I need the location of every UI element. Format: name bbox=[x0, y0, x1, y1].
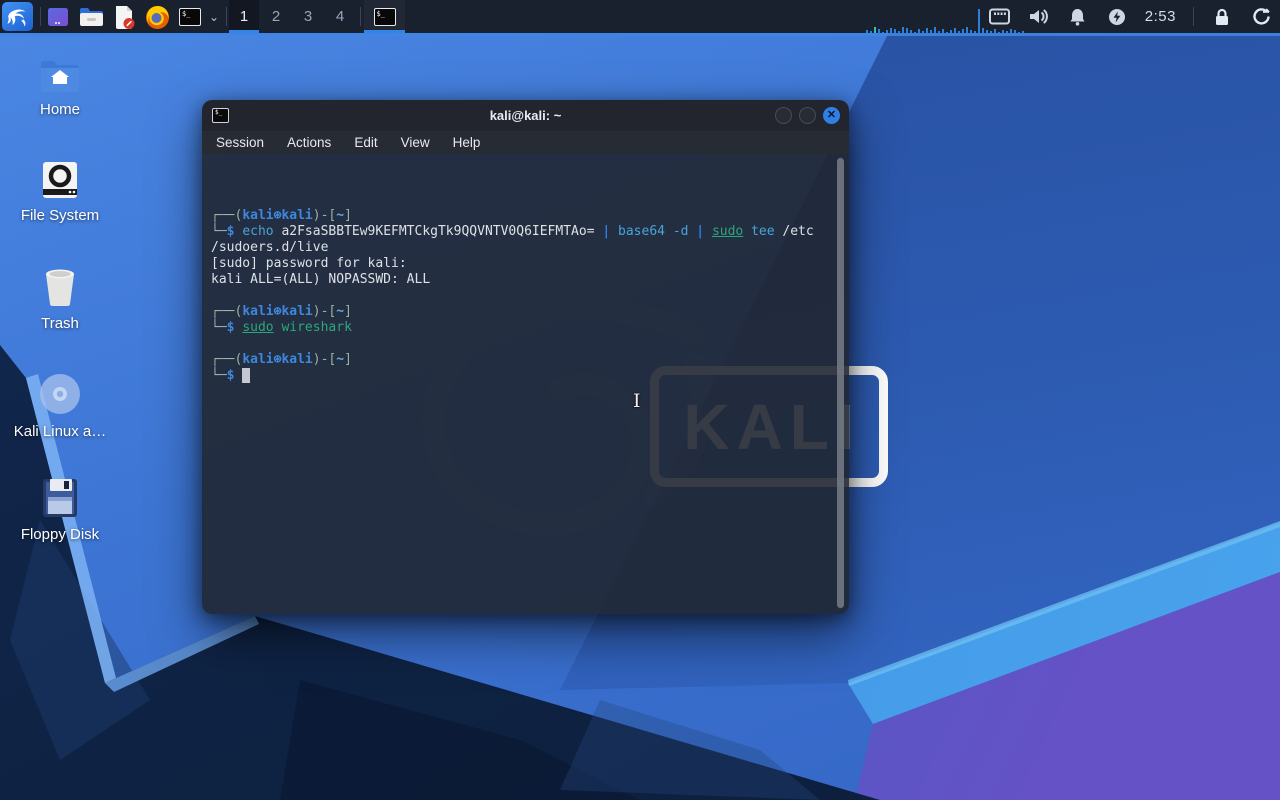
desktop-icon-trash[interactable]: Trash bbox=[8, 266, 112, 332]
scrollbar-track[interactable] bbox=[837, 157, 844, 609]
desktop-icon-home[interactable]: Home bbox=[8, 58, 112, 118]
terminal-icon: $_ bbox=[374, 8, 396, 26]
workspace-4[interactable]: 4 bbox=[325, 0, 355, 33]
launcher-file-manager[interactable] bbox=[78, 4, 104, 30]
clock[interactable]: 2:53 bbox=[1145, 8, 1176, 25]
terminal-line: └─$ sudo wireshark bbox=[211, 320, 831, 336]
desktop-icon-file-system[interactable]: File System bbox=[8, 160, 112, 224]
launcher-terminal[interactable]: $_ bbox=[177, 4, 203, 30]
desktop-icon-label: Home bbox=[40, 101, 80, 118]
desktop-icon-floppy-disk[interactable]: Floppy Disk bbox=[8, 477, 112, 543]
terminal-icon: $_ bbox=[212, 108, 229, 123]
terminal-line bbox=[211, 336, 831, 352]
scrollbar-thumb[interactable] bbox=[837, 158, 844, 608]
desktop-icon bbox=[46, 5, 70, 29]
close-button[interactable]: ✕ bbox=[823, 107, 840, 124]
terminal-line: [sudo] password for kali: bbox=[211, 256, 831, 272]
desktop-icon-label: Floppy Disk bbox=[21, 526, 99, 543]
system-tray: 2:53 bbox=[989, 0, 1272, 33]
window-titlebar[interactable]: $_ kali@kali: ~ ✕ bbox=[202, 100, 849, 131]
terminal-line: ┌──(kali⊛kali)-[~] bbox=[211, 208, 831, 224]
lock-icon[interactable] bbox=[1211, 6, 1233, 28]
workspace-2[interactable]: 2 bbox=[261, 0, 291, 33]
home-folder-icon bbox=[39, 58, 81, 94]
volume-icon[interactable] bbox=[1028, 6, 1050, 28]
power-manager-icon[interactable] bbox=[1106, 6, 1128, 28]
panel-separator bbox=[360, 7, 361, 26]
folder-icon bbox=[79, 6, 104, 28]
launcher-firefox[interactable] bbox=[144, 4, 170, 30]
document-edit-icon bbox=[113, 5, 136, 30]
terminal-icon: $_ bbox=[179, 8, 201, 26]
network-icon[interactable] bbox=[989, 6, 1011, 28]
logout-icon[interactable] bbox=[1250, 6, 1272, 28]
kali-desktop: KALI Home File System Trash bbox=[0, 0, 1280, 800]
launcher-text-editor[interactable] bbox=[111, 4, 137, 30]
workspace-3[interactable]: 3 bbox=[293, 0, 323, 33]
terminal-screen[interactable]: ┌──(kali⊛kali)-[~]└─$ echo a2FsaSBBTEw9K… bbox=[202, 154, 849, 614]
terminal-line bbox=[211, 288, 831, 304]
desktop-icon-kali-disc[interactable]: Kali Linux a… bbox=[8, 372, 112, 440]
panel-separator bbox=[40, 7, 41, 26]
chevron-down-icon[interactable]: ⌄ bbox=[206, 4, 222, 30]
terminal-line: ┌──(kali⊛kali)-[~] bbox=[211, 352, 831, 368]
desktop-icon-label: File System bbox=[21, 207, 99, 224]
taskbar-item-terminal[interactable]: $_ bbox=[364, 0, 405, 33]
applications-menu-button[interactable] bbox=[2, 2, 33, 31]
panel-separator bbox=[226, 7, 227, 26]
maximize-button[interactable] bbox=[799, 107, 816, 124]
terminal-line: ┌──(kali⊛kali)-[~] bbox=[211, 304, 831, 320]
menu-edit[interactable]: Edit bbox=[354, 135, 377, 150]
terminal-window: $_ kali@kali: ~ ✕ Session Actions Edit V… bbox=[202, 100, 849, 614]
drive-icon bbox=[40, 160, 80, 200]
menu-session[interactable]: Session bbox=[216, 135, 264, 150]
disc-icon bbox=[38, 372, 82, 416]
bell-icon[interactable] bbox=[1067, 6, 1089, 28]
workspace-1[interactable]: 1 bbox=[229, 0, 259, 33]
menu-bar: Session Actions Edit View Help bbox=[202, 131, 849, 154]
menu-help[interactable]: Help bbox=[453, 135, 481, 150]
minimize-button[interactable] bbox=[775, 107, 792, 124]
kali-dragon-icon bbox=[6, 5, 29, 28]
launcher-show-desktop[interactable] bbox=[45, 4, 71, 30]
top-panel: $_ ⌄ 1 2 3 4 $_ 2:53 bbox=[0, 0, 1280, 33]
trash-icon bbox=[40, 266, 80, 308]
terminal-line: /sudoers.d/live bbox=[211, 240, 831, 256]
terminal-line: └─$ echo a2FsaSBBTEw9KEFMTCkgTk9QQVNTV0Q… bbox=[211, 224, 831, 240]
terminal-line: kali ALL=(ALL) NOPASSWD: ALL bbox=[211, 272, 831, 288]
text-cursor-pointer: I bbox=[633, 390, 641, 412]
floppy-icon bbox=[40, 477, 80, 519]
desktop-icon-label: Kali Linux a… bbox=[14, 423, 107, 440]
panel-separator bbox=[1193, 7, 1194, 26]
window-title: kali@kali: ~ bbox=[202, 108, 849, 123]
menu-view[interactable]: View bbox=[401, 135, 430, 150]
terminal-line: └─$ bbox=[211, 368, 831, 384]
firefox-icon bbox=[145, 5, 170, 30]
desktop-icon-label: Trash bbox=[41, 315, 79, 332]
menu-actions[interactable]: Actions bbox=[287, 135, 331, 150]
wallpaper-top-edge bbox=[0, 33, 1280, 36]
